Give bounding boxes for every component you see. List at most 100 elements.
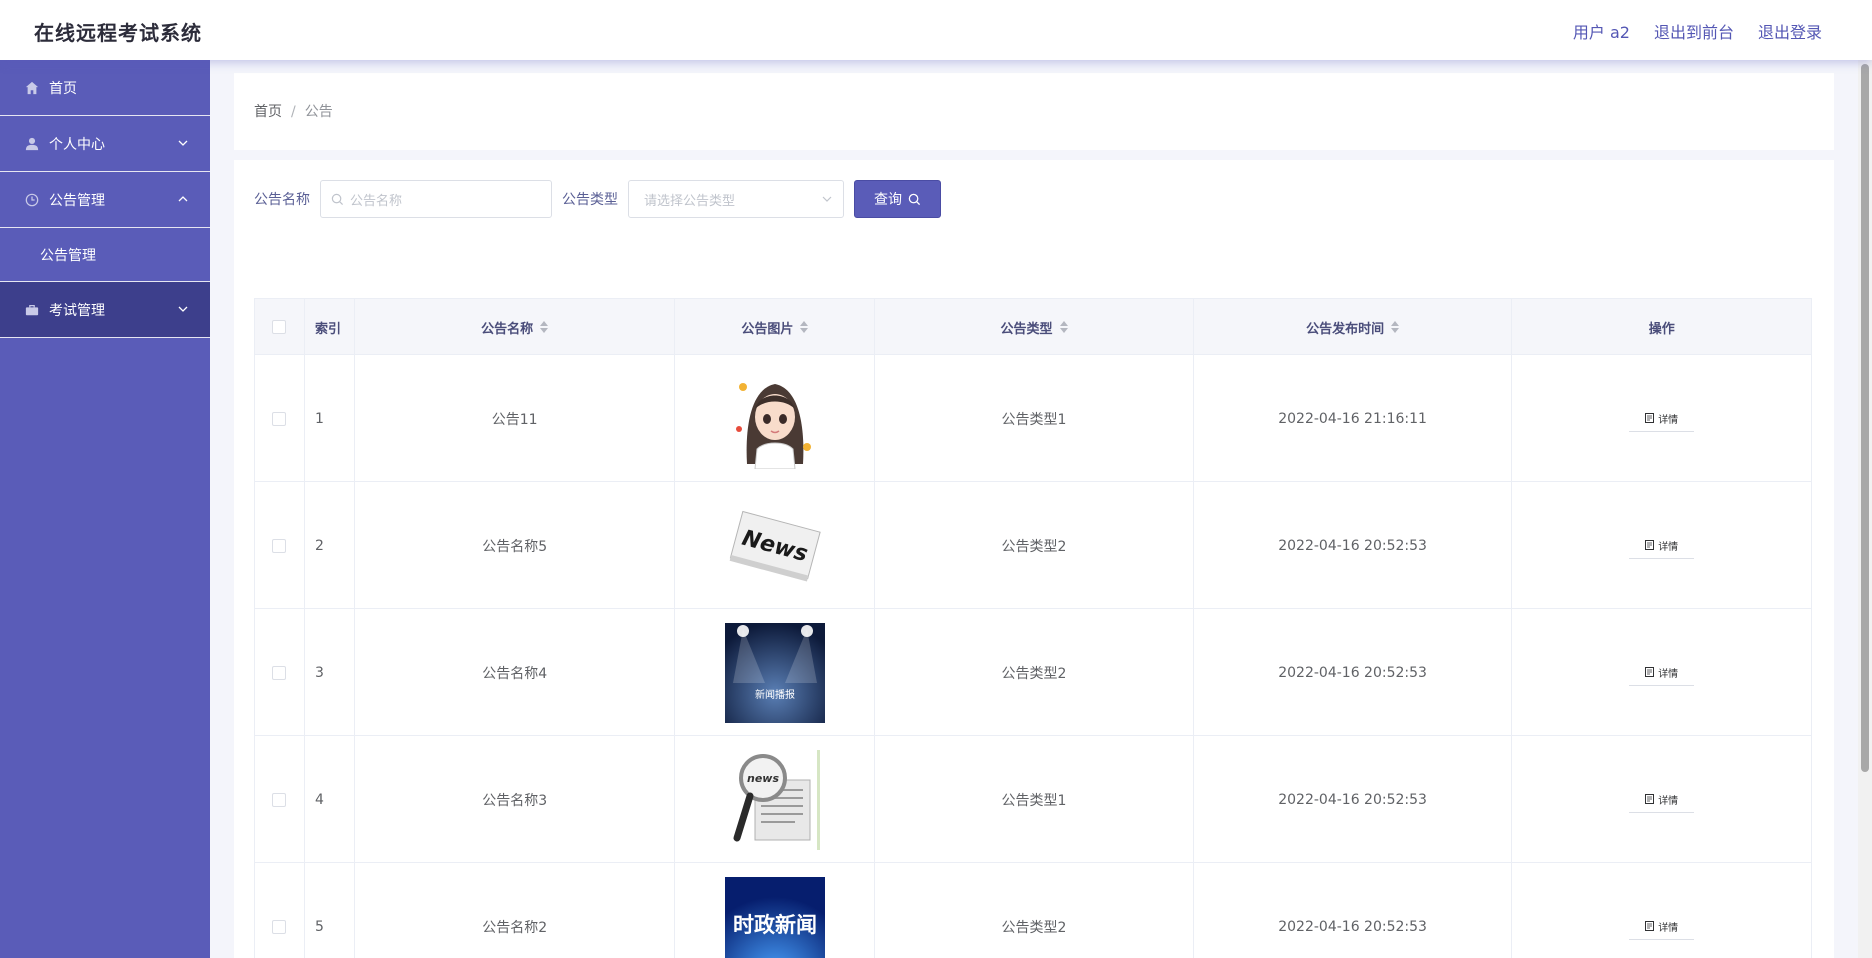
row-checkbox-cell	[255, 482, 305, 609]
table-header: 索引 公告名称 公告图片 公告类型 公告发布时间 操作	[255, 299, 1811, 355]
breadcrumb-separator: /	[291, 104, 296, 120]
row-checkbox[interactable]	[272, 919, 287, 934]
row-checkbox-cell	[255, 736, 305, 863]
notice-name-input[interactable]: 公告名称	[320, 180, 552, 218]
query-button-label: 查询	[874, 192, 902, 208]
breadcrumb-card: 首页 / 公告	[234, 73, 1834, 150]
row-operation-cell: 详情	[1512, 355, 1811, 482]
table-row: 5 公告名称2 时政新闻 公告类型2 2022-04-16 20:52:53 详…	[255, 863, 1811, 958]
row-publish-time: 2022-04-16 20:52:53	[1194, 736, 1513, 863]
detail-button[interactable]: 详情	[1629, 533, 1695, 559]
row-checkbox[interactable]	[272, 792, 287, 807]
header-notice-type-label: 公告类型	[1000, 321, 1053, 337]
user-link[interactable]: 用户 a2	[1573, 19, 1630, 43]
sidebar-item-label: 首页	[49, 80, 77, 97]
user-icon	[24, 136, 40, 152]
filter-row: 公告名称 公告名称 公告类型 请选择公告类型 查询	[254, 180, 941, 218]
row-publish-time: 2022-04-16 20:52:53	[1194, 482, 1513, 609]
row-checkbox[interactable]	[272, 665, 287, 680]
sidebar-item-personal-center[interactable]: 个人中心	[0, 116, 210, 172]
sidebar-subitem-label: 公告管理	[40, 247, 96, 264]
stage-image-caption: 新闻播报	[755, 688, 795, 701]
row-notice-image-cell: 新闻播报	[675, 609, 876, 736]
detail-button-label: 详情	[1658, 795, 1679, 807]
header-index: 索引	[305, 299, 355, 355]
document-icon	[1645, 540, 1655, 550]
breadcrumb: 首页 / 公告	[254, 101, 333, 121]
row-index: 1	[305, 355, 355, 482]
header-links: 用户 a2 退出到前台 退出登录	[1573, 19, 1822, 43]
row-notice-type: 公告类型2	[875, 482, 1194, 609]
sidebar-item-label: 考试管理	[49, 302, 105, 319]
row-notice-image-cell: news	[675, 736, 876, 863]
top-header: 在线远程考试系统 用户 a2 退出到前台 退出登录	[0, 0, 1872, 60]
row-notice-name: 公告名称4	[355, 609, 676, 736]
row-notice-image-cell	[675, 355, 876, 482]
header-notice-image[interactable]: 公告图片	[675, 299, 876, 355]
sidebar-subitem-notice-management[interactable]: 公告管理	[0, 228, 210, 282]
row-index: 3	[305, 609, 355, 736]
table-row: 4 公告名称3 news 公告类型1 2022-04-16 20:52:53 详…	[255, 736, 1811, 863]
sort-icon[interactable]	[540, 321, 549, 333]
sidebar-item-home[interactable]: 首页	[0, 60, 210, 116]
row-checkbox[interactable]	[272, 538, 287, 553]
row-operation-cell: 详情	[1512, 863, 1811, 958]
detail-button-label: 详情	[1658, 541, 1679, 553]
chevron-down-icon	[178, 140, 188, 146]
sort-icon[interactable]	[1391, 321, 1400, 333]
notice-table: 索引 公告名称 公告图片 公告类型 公告发布时间 操作 1 公告11 公告类型1…	[254, 298, 1812, 958]
notice-image-magnifier-news[interactable]: news	[724, 749, 825, 850]
row-checkbox-cell	[255, 355, 305, 482]
app-title: 在线远程考试系统	[34, 21, 202, 45]
chevron-up-icon	[178, 196, 188, 202]
exit-to-frontend-link[interactable]: 退出到前台	[1654, 19, 1734, 43]
sidebar-item-exam-management[interactable]: 考试管理	[0, 282, 210, 338]
politics-image-caption: 时政新闻	[733, 913, 817, 937]
row-checkbox[interactable]	[272, 411, 287, 426]
row-notice-name: 公告名称2	[355, 863, 676, 958]
row-publish-time: 2022-04-16 20:52:53	[1194, 609, 1513, 736]
notice-image-stage-news[interactable]: 新闻播报	[724, 622, 825, 723]
notice-image-news-paper[interactable]: News	[724, 495, 825, 596]
table-row: 1 公告11 公告类型1 2022-04-16 21:16:11 详情	[255, 355, 1811, 482]
document-icon	[1645, 667, 1655, 677]
detail-button[interactable]: 详情	[1629, 660, 1695, 686]
row-index: 5	[305, 863, 355, 958]
detail-button[interactable]: 详情	[1629, 914, 1695, 940]
header-notice-type[interactable]: 公告类型	[875, 299, 1194, 355]
row-notice-name: 公告名称5	[355, 482, 676, 609]
content-card: 公告名称 公告名称 公告类型 请选择公告类型 查询 索引 公告名称 公告图片 公…	[234, 160, 1834, 958]
header-checkbox-cell	[255, 299, 305, 355]
row-notice-image-cell: News	[675, 482, 876, 609]
notice-image-politics-news[interactable]: 时政新闻	[724, 876, 825, 958]
detail-button[interactable]: 详情	[1629, 787, 1695, 813]
detail-button-label: 详情	[1658, 668, 1679, 680]
row-operation-cell: 详情	[1512, 482, 1811, 609]
sidebar-item-notice-management[interactable]: 公告管理	[0, 172, 210, 228]
header-operation-label: 操作	[1648, 321, 1675, 337]
breadcrumb-home[interactable]: 首页	[254, 104, 282, 120]
home-icon	[24, 80, 40, 96]
row-checkbox-cell	[255, 609, 305, 736]
clock-icon	[24, 192, 40, 208]
notice-type-select[interactable]: 请选择公告类型	[628, 180, 844, 218]
select-all-checkbox[interactable]	[272, 320, 287, 334]
search-icon	[908, 193, 921, 205]
scrollbar-thumb[interactable]	[1861, 64, 1869, 772]
page-scrollbar[interactable]	[1858, 60, 1872, 958]
notice-image-girl-cartoon[interactable]	[724, 368, 825, 469]
sort-icon[interactable]	[1059, 321, 1068, 333]
row-index: 4	[305, 736, 355, 863]
header-publish-time[interactable]: 公告发布时间	[1194, 299, 1513, 355]
row-notice-type: 公告类型2	[875, 609, 1194, 736]
query-button[interactable]: 查询	[854, 180, 941, 218]
logout-link[interactable]: 退出登录	[1758, 19, 1822, 43]
table-row: 3 公告名称4 新闻播报 公告类型2 2022-04-16 20:52:53 详…	[255, 609, 1811, 736]
sidebar-item-label: 个人中心	[49, 136, 105, 153]
header-notice-name[interactable]: 公告名称	[355, 299, 676, 355]
chevron-down-icon	[822, 196, 832, 202]
detail-button[interactable]: 详情	[1629, 406, 1695, 432]
magnifier-image-word: news	[747, 772, 779, 785]
sort-icon[interactable]	[800, 321, 809, 333]
header-publish-time-label: 公告发布时间	[1306, 321, 1385, 337]
